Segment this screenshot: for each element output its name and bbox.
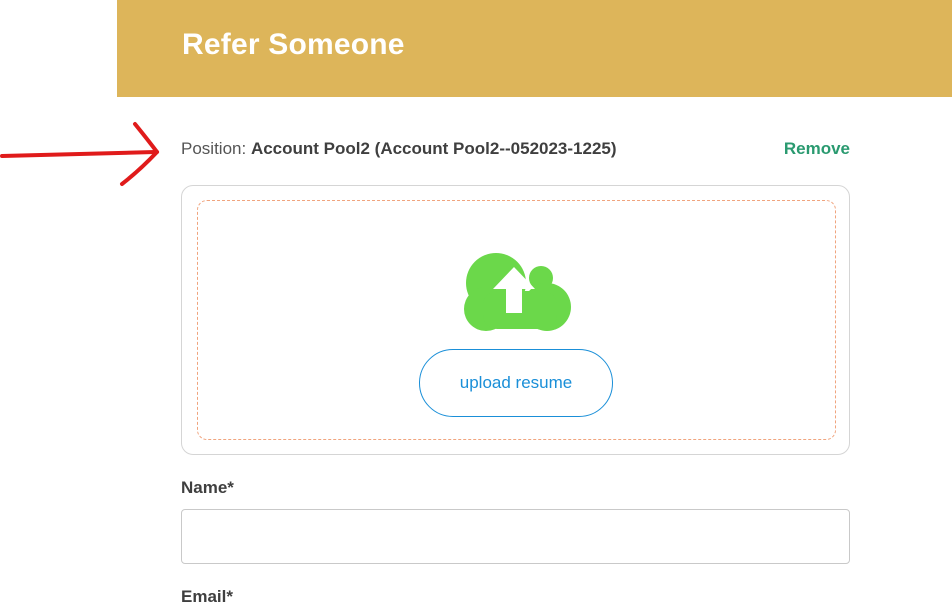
name-input[interactable] — [181, 509, 850, 564]
position-label: Position: — [181, 139, 247, 158]
position-value: Account Pool2 (Account Pool2--052023-122… — [250, 139, 617, 158]
page-title: Refer Someone — [182, 28, 405, 61]
email-label: Email* — [181, 587, 233, 606]
position-row: Position: Account Pool2 (Account Pool2--… — [181, 139, 850, 163]
name-label: Name* — [181, 478, 234, 497]
upload-resume-button[interactable]: upload resume — [419, 349, 613, 417]
cloud-upload-icon — [464, 253, 571, 331]
remove-link[interactable]: Remove — [784, 139, 850, 159]
red-arrow-annotation-icon — [0, 122, 159, 186]
upload-card: upload resume — [181, 185, 850, 455]
refer-someone-page: Refer Someone Position: Account Pool2 (A… — [0, 0, 952, 616]
resume-drop-zone[interactable]: upload resume — [197, 200, 836, 440]
page-header: Refer Someone — [117, 0, 952, 97]
